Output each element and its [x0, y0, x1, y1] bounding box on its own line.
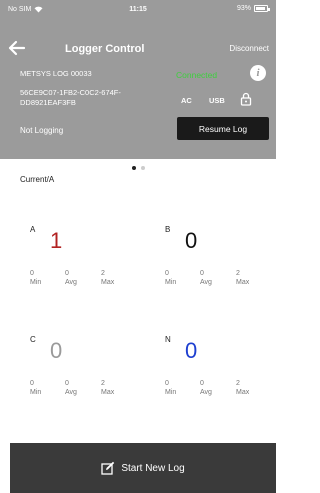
phase-c-readout: C 0 0 Min 0 Avg 2 Max — [30, 335, 140, 415]
min-label: Min — [165, 389, 177, 396]
min-value: 0 — [30, 380, 34, 387]
page-dot-2[interactable] — [140, 166, 145, 170]
max-label: Max — [236, 389, 250, 396]
min-label: Min — [30, 279, 42, 286]
avg-stat: 0 Avg — [65, 269, 95, 287]
device-guid: 56CE9C07-1FB2-C0C2-674F- DD8921EAF3FB — [20, 88, 160, 108]
logging-status: Not Logging — [20, 126, 64, 135]
max-value: 2 — [236, 380, 240, 387]
phase-a-readout: A 1 0 Min 0 Avg 2 Max — [30, 225, 140, 305]
avg-label: Avg — [200, 279, 212, 286]
min-value: 0 — [165, 380, 169, 387]
phase-letter: B — [165, 225, 171, 234]
avg-value: 0 — [65, 380, 69, 387]
start-new-log-button[interactable]: Start New Log — [10, 443, 276, 493]
max-label: Max — [101, 389, 115, 396]
edit-icon — [101, 461, 115, 475]
min-label: Min — [165, 279, 177, 286]
battery-icon — [254, 5, 270, 12]
avg-label: Avg — [200, 389, 212, 396]
phase-letter: N — [165, 335, 171, 344]
max-value: 2 — [236, 270, 240, 277]
section-label: Current/A — [20, 175, 55, 184]
info-icon[interactable]: i — [250, 65, 266, 81]
min-value: 0 — [30, 270, 34, 277]
min-stat: 0 Min — [30, 379, 60, 397]
device-name: METSYS LOG 00033 — [20, 69, 92, 78]
avg-value: 0 — [200, 270, 204, 277]
phase-value: 1 — [50, 228, 63, 253]
phase-value: 0 — [50, 338, 63, 363]
status-time: 11:15 — [129, 6, 147, 13]
max-stat: 2 Max — [101, 379, 131, 397]
avg-stat: 0 Avg — [200, 379, 230, 397]
power-usb-indicator: USB — [209, 96, 225, 105]
page-title: Logger Control — [65, 43, 145, 55]
max-value: 2 — [101, 380, 105, 387]
resume-log-button[interactable]: Resume Log — [177, 117, 269, 140]
min-stat: 0 Min — [165, 379, 195, 397]
max-stat: 2 Max — [101, 269, 131, 287]
avg-label: Avg — [65, 279, 77, 286]
battery-group: 93% — [236, 5, 270, 12]
device-guid-line2: DD8921EAF3FB — [20, 98, 76, 107]
phase-letter: A — [30, 225, 36, 234]
start-new-log-label: Start New Log — [121, 462, 185, 474]
avg-stat: 0 Avg — [200, 269, 230, 287]
back-arrow-icon[interactable] — [8, 40, 26, 56]
power-ac-indicator: AC — [181, 96, 192, 105]
max-label: Max — [236, 279, 250, 286]
avg-stat: 0 Avg — [65, 379, 95, 397]
page-dot-1[interactable] — [131, 166, 136, 170]
logger-header: Logger Control Disconnect METSYS LOG 000… — [0, 22, 276, 159]
disconnect-button[interactable]: Disconnect — [229, 44, 269, 53]
min-label: Min — [30, 389, 42, 396]
lock-icon — [240, 92, 252, 106]
min-value: 0 — [165, 270, 169, 277]
phase-value: 0 — [185, 338, 198, 363]
phase-value: 0 — [185, 228, 198, 253]
avg-value: 0 — [65, 270, 69, 277]
max-stat: 2 Max — [236, 379, 266, 397]
battery-percent: 93% — [236, 5, 251, 12]
device-guid-line1: 56CE9C07-1FB2-C0C2-674F- — [20, 88, 121, 97]
min-stat: 0 Min — [30, 269, 60, 287]
avg-label: Avg — [65, 389, 77, 396]
max-label: Max — [101, 279, 115, 286]
phase-n-readout: N 0 0 Min 0 Avg 2 Max — [165, 335, 275, 415]
max-stat: 2 Max — [236, 269, 266, 287]
min-stat: 0 Min — [165, 269, 195, 287]
max-value: 2 — [101, 270, 105, 277]
avg-value: 0 — [200, 380, 204, 387]
page-indicator[interactable] — [0, 166, 276, 170]
connection-status: Connected — [176, 70, 218, 80]
phase-letter: C — [30, 335, 36, 344]
status-bar: No SIM 11:15 93% — [0, 0, 276, 22]
phase-b-readout: B 0 0 Min 0 Avg 2 Max — [165, 225, 275, 305]
